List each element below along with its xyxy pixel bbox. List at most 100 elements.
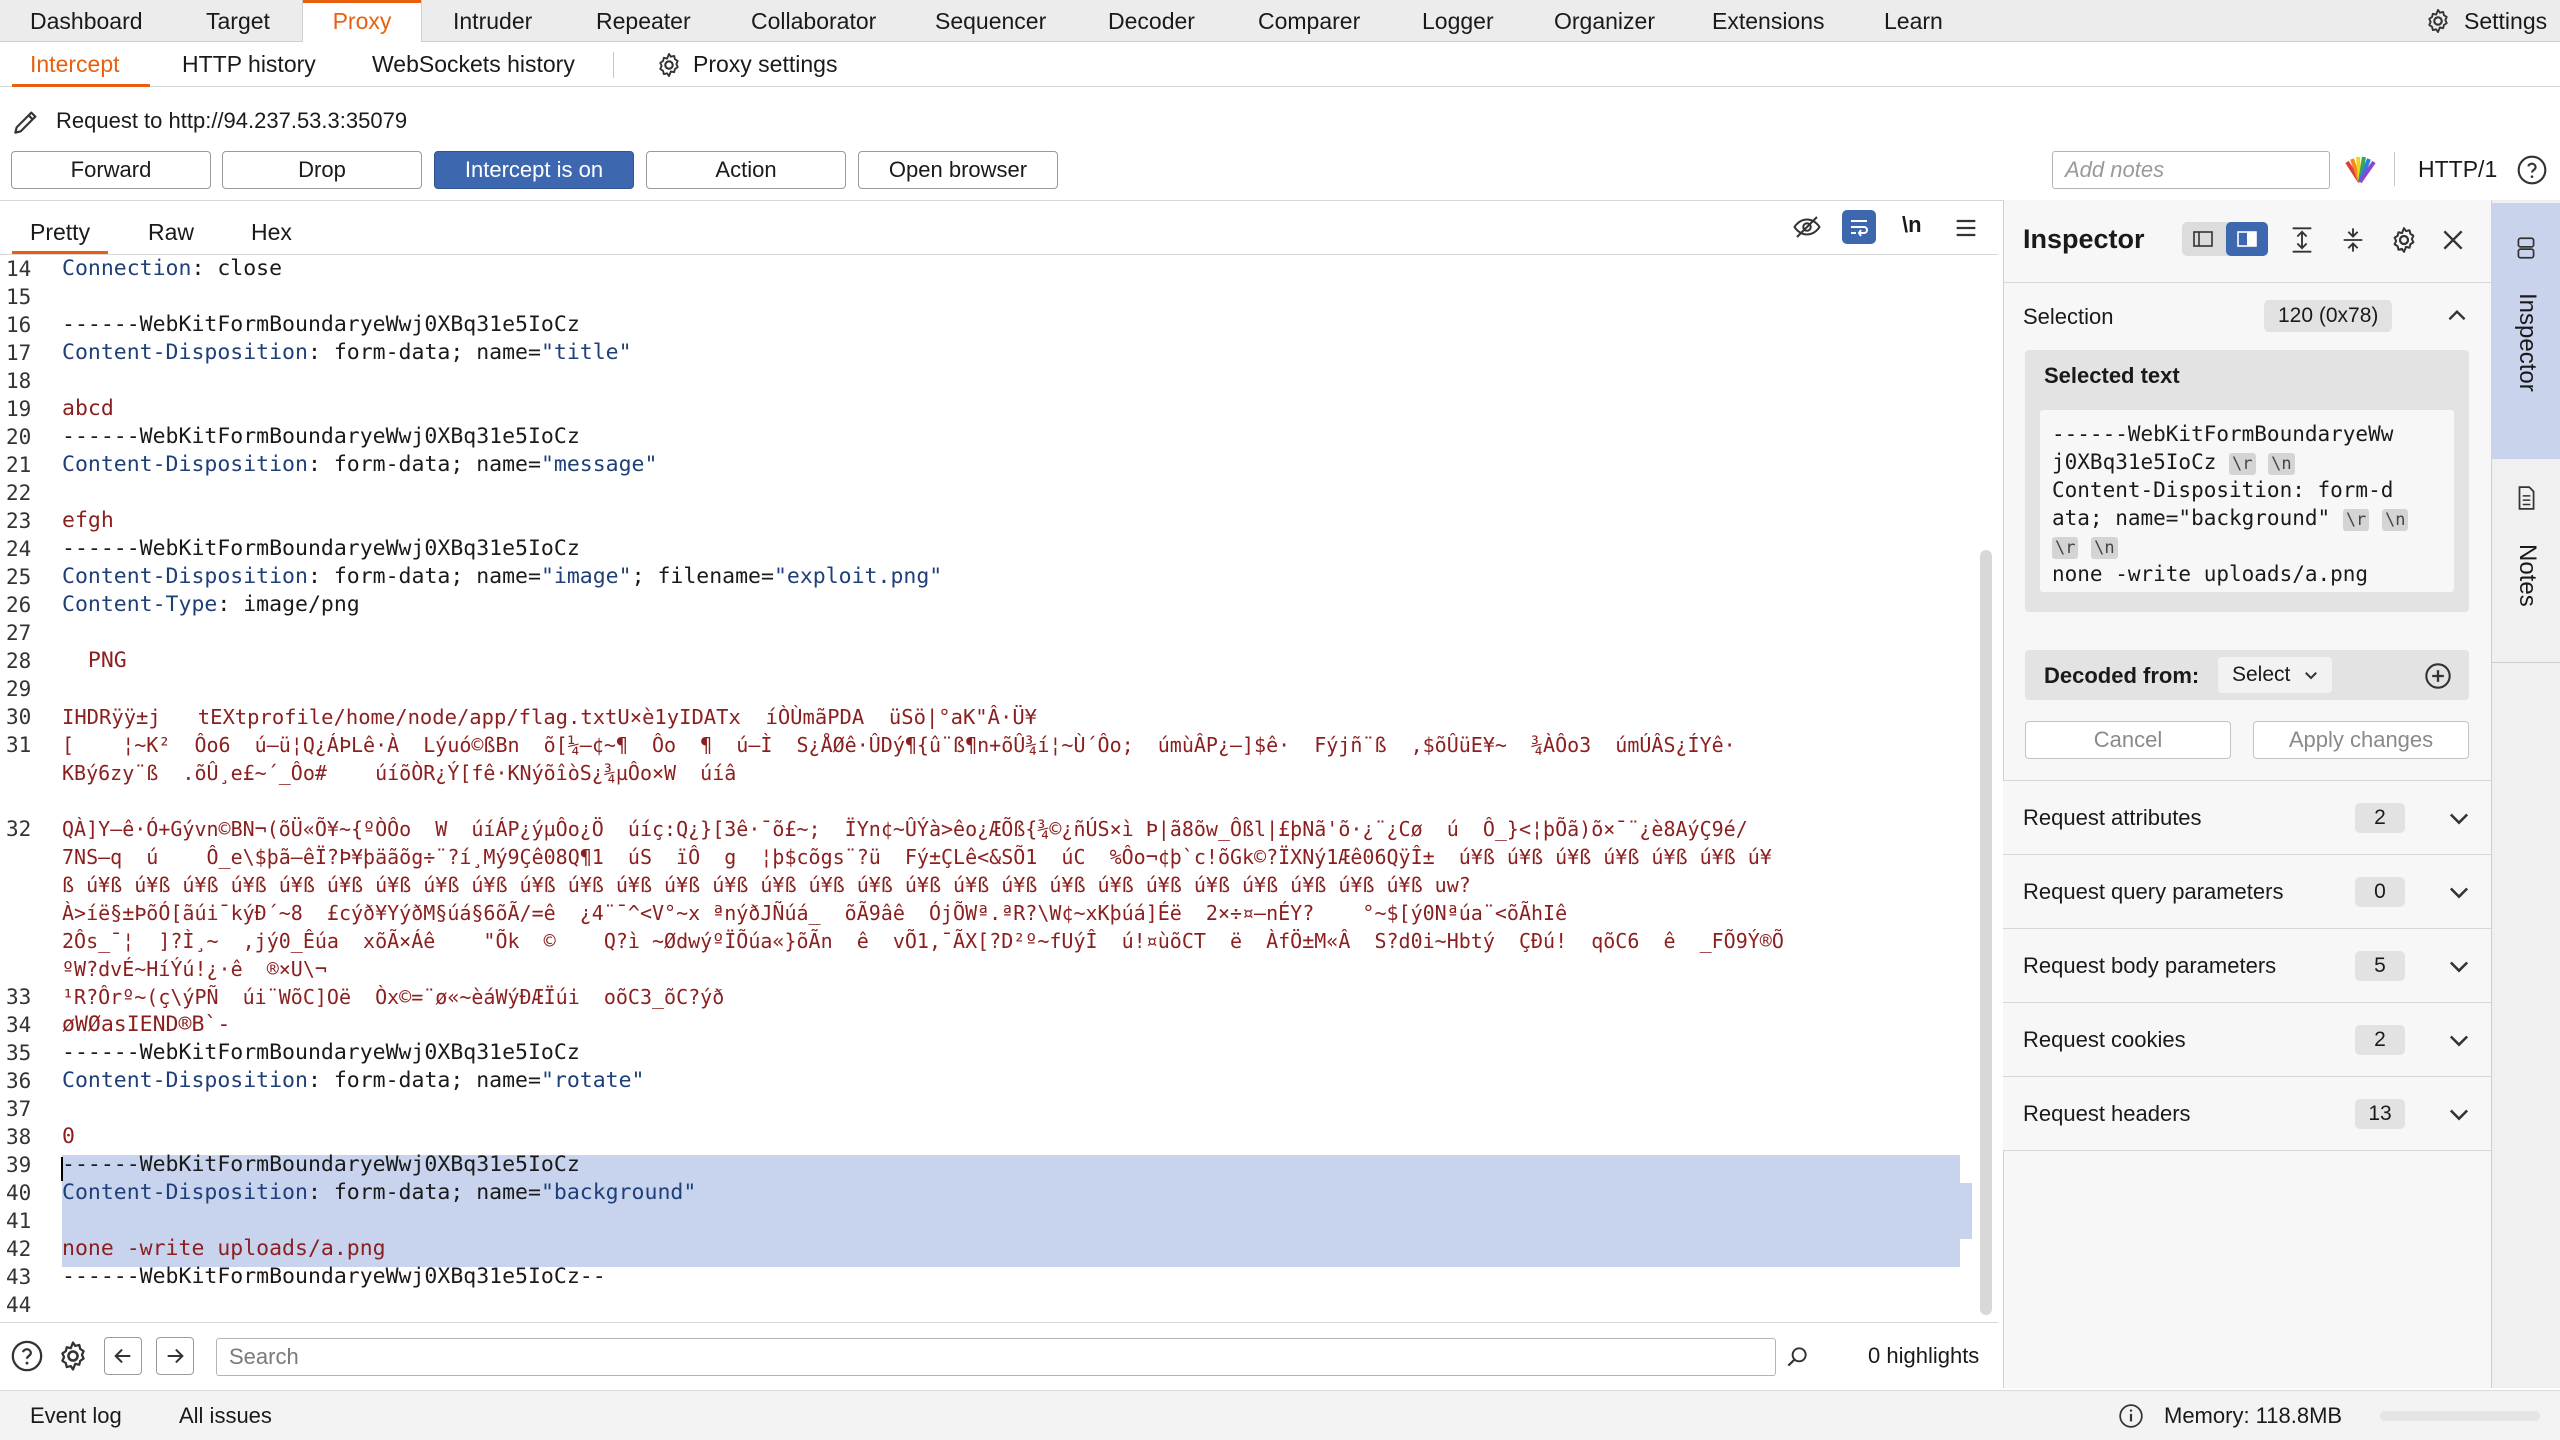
help-icon[interactable] [10, 1339, 44, 1373]
event-log-tab[interactable]: Event log [30, 1403, 122, 1429]
previous-match-button[interactable] [104, 1337, 142, 1375]
rail-notes-label: Notes [2514, 544, 2541, 607]
line-number: 25 [6, 565, 32, 589]
section-request-cookies[interactable]: Request cookies 2 [2003, 1003, 2491, 1077]
section-request-query-parameters[interactable]: Request query parameters 0 [2003, 855, 2491, 929]
code-line: Content-Disposition: form-data; name="ro… [62, 1068, 645, 1093]
section-label: Request headers [2023, 1101, 2191, 1126]
line-number: 27 [6, 621, 32, 645]
list-layout-icon [2193, 231, 2213, 247]
newline-toggle[interactable]: \n [1902, 212, 1922, 238]
editor-tab-hex[interactable]: Hex [251, 212, 292, 252]
line-number: 23 [6, 509, 32, 533]
subtab-websockets-history[interactable]: WebSockets history [372, 42, 575, 87]
intercept-toggle-button[interactable]: Intercept is on [434, 151, 634, 189]
line-number: 17 [6, 341, 32, 365]
help-icon[interactable] [2516, 154, 2548, 186]
all-issues-tab[interactable]: All issues [179, 1403, 272, 1429]
gear-icon[interactable] [56, 1339, 90, 1373]
escape-cr: \r [2229, 453, 2256, 475]
gear-icon [659, 52, 679, 78]
divider [2003, 282, 2491, 283]
tab-proxy[interactable]: Proxy [302, 0, 422, 43]
tab-repeater[interactable]: Repeater [596, 0, 691, 42]
line-number: 37 [6, 1097, 32, 1121]
subtab-http-history[interactable]: HTTP history [182, 42, 316, 87]
code-line: ------WebKitFormBoundaryeWwj0XBq31e5IoCz… [62, 1264, 606, 1289]
forward-button[interactable]: Forward [11, 151, 211, 189]
editor-tab-raw[interactable]: Raw [148, 212, 194, 252]
editor-scrollbar[interactable] [1980, 550, 1992, 1315]
collapse-all-icon[interactable] [2339, 226, 2367, 254]
line-number: 42 [6, 1237, 32, 1261]
gear-icon[interactable] [2389, 225, 2419, 255]
code-line: ß ú¥ß ú¥ß ú¥ß ú¥ß ú¥ß ú¥ß ú¥ß ú¥ß ú¥ß ú¥… [62, 873, 1471, 897]
tab-sequencer[interactable]: Sequencer [935, 0, 1046, 42]
code-line: ¹R?Ôrº~(ç\ýPÑ úi¨WõC]Oë Òx©=¨ø«~èáWýÐÆÏú… [62, 985, 725, 1009]
action-button[interactable]: Action [646, 151, 846, 189]
line-number: 22 [6, 481, 32, 505]
rail-tab-notes[interactable]: Notes [2491, 466, 2560, 662]
tab-target[interactable]: Target [206, 0, 270, 42]
close-icon[interactable] [2440, 227, 2466, 253]
chevron-up-icon[interactable] [2444, 303, 2470, 329]
editor-tab-pretty[interactable]: Pretty [11, 212, 109, 254]
status-bar: Event log All issues Memory: 118.8MB [0, 1390, 2560, 1440]
decoded-from-select[interactable]: Select [2218, 657, 2332, 693]
search-input[interactable]: Search [216, 1338, 1776, 1376]
section-label: Request cookies [2023, 1027, 2186, 1052]
split-layout-button[interactable] [2226, 222, 2268, 256]
tab-collaborator[interactable]: Collaborator [751, 0, 876, 42]
code-line: 2Ôs_¯¦ ]?Ì¸~ ,jý0_Êúa xõÃ×Áê "Õk © Q?ì ~… [62, 929, 1784, 953]
menu-icon[interactable] [1952, 214, 1980, 242]
line-number: 18 [6, 369, 32, 393]
code-line: ------WebKitFormBoundaryeWwj0XBq31e5IoCz [62, 536, 580, 561]
section-count-badge: 0 [2355, 877, 2405, 907]
request-editor[interactable]: 14 15 16 17 18 19 20 21 22 23 24 25 26 2… [0, 254, 1998, 1320]
line-number: 20 [6, 425, 32, 449]
line-number: 38 [6, 1125, 32, 1149]
selection-label: Selection [2023, 304, 2114, 329]
section-label: Request attributes [2023, 805, 2202, 830]
tab-decoder[interactable]: Decoder [1108, 0, 1195, 42]
code-line: PNG [62, 648, 127, 673]
tab-logger[interactable]: Logger [1422, 0, 1494, 42]
highlights-count: 0 highlights [1868, 1343, 1980, 1368]
section-label: Request body parameters [2023, 953, 2277, 978]
section-request-body-parameters[interactable]: Request body parameters 5 [2003, 929, 2491, 1003]
line-number: 29 [6, 677, 32, 701]
expand-all-icon[interactable] [2288, 226, 2316, 254]
tab-intruder[interactable]: Intruder [453, 0, 532, 42]
apply-changes-button[interactable]: Apply changes [2253, 721, 2469, 759]
hide-nonprintable-icon[interactable] [1792, 212, 1822, 242]
notes-input[interactable]: Add notes [2052, 151, 2330, 189]
section-request-attributes[interactable]: Request attributes 2 [2003, 781, 2491, 855]
drop-button[interactable]: Drop [222, 151, 422, 189]
tab-extensions[interactable]: Extensions [1712, 0, 1825, 42]
tab-organizer[interactable]: Organizer [1554, 0, 1655, 42]
http-version-label[interactable]: HTTP/1 [2418, 156, 2497, 183]
section-count-badge: 2 [2355, 1025, 2405, 1055]
next-match-button[interactable] [156, 1337, 194, 1375]
layout-toggle[interactable] [2182, 222, 2268, 256]
section-request-headers[interactable]: Request headers 13 [2003, 1077, 2491, 1151]
cancel-button[interactable]: Cancel [2025, 721, 2231, 759]
tab-dashboard[interactable]: Dashboard [30, 0, 143, 42]
highlight-color-icon[interactable] [2343, 154, 2377, 184]
line-number: 16 [6, 313, 32, 337]
escape-lf: \n [2091, 537, 2118, 559]
code-line: 7NS–q ú Ô_e\$þã–êÏ?Þ¥þäãõg÷¨?í¸Mý9Çê08Q¶… [62, 845, 1772, 869]
tab-learn[interactable]: Learn [1884, 0, 1943, 42]
inspector-title: Inspector [2023, 224, 2145, 254]
open-browser-button[interactable]: Open browser [858, 151, 1058, 189]
tab-comparer[interactable]: Comparer [1258, 0, 1360, 42]
subtab-intercept[interactable]: Intercept [12, 42, 149, 87]
search-icon[interactable] [1784, 1344, 1810, 1370]
line-number: 43 [6, 1265, 32, 1289]
add-circle-icon[interactable] [2424, 662, 2452, 690]
line-number: 14 [6, 257, 32, 281]
word-wrap-button[interactable] [1842, 210, 1876, 244]
line-number: 15 [6, 285, 32, 309]
rail-tab-inspector[interactable]: Inspector [2491, 203, 2560, 459]
selection-size-badge: 120 (0x78) [2264, 300, 2393, 332]
